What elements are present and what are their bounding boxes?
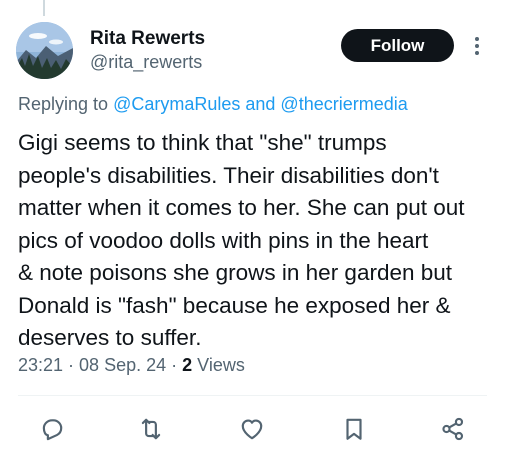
share-icon (442, 417, 464, 441)
tweet-meta: 23:21 · 08 Sep. 24 · 2 Views (18, 355, 245, 376)
mention-link-carymarules[interactable]: @CarymaRules (113, 94, 240, 114)
like-icon (241, 419, 263, 440)
like-button[interactable] (236, 413, 268, 445)
share-button[interactable] (437, 413, 469, 445)
reply-button[interactable] (36, 413, 68, 445)
author-name[interactable]: Rita Rewerts (90, 28, 205, 50)
retweet-button[interactable] (135, 413, 167, 445)
avatar[interactable] (16, 22, 73, 79)
retweet-icon (141, 418, 161, 440)
views-count: 2 (182, 355, 193, 375)
bookmark-icon (346, 418, 362, 440)
reply-prefix: Replying to (18, 94, 114, 114)
mention-link-thecriermedia[interactable]: @thecriermedia (280, 94, 407, 114)
reply-joiner: and (240, 94, 281, 114)
views-label: Views (192, 355, 245, 375)
tweet-text: Gigi seems to think that "she" trumps pe… (18, 130, 465, 350)
follow-button[interactable]: Follow (341, 29, 454, 62)
more-options-icon[interactable] (470, 35, 484, 57)
thread-line (43, 0, 45, 16)
reply-context: Replying to @CarymaRules and @thecrierme… (18, 94, 408, 115)
author-handle[interactable]: @rita_rewerts (90, 52, 202, 73)
meta-separator: · (166, 355, 183, 375)
bookmark-button[interactable] (338, 413, 370, 445)
tweet-date[interactable]: 08 Sep. 24 (79, 355, 166, 375)
divider (18, 395, 487, 396)
avatar-landscape-image (16, 22, 73, 79)
meta-separator: · (63, 355, 80, 375)
reply-icon (42, 419, 63, 441)
tweet-time[interactable]: 23:21 (18, 355, 63, 375)
